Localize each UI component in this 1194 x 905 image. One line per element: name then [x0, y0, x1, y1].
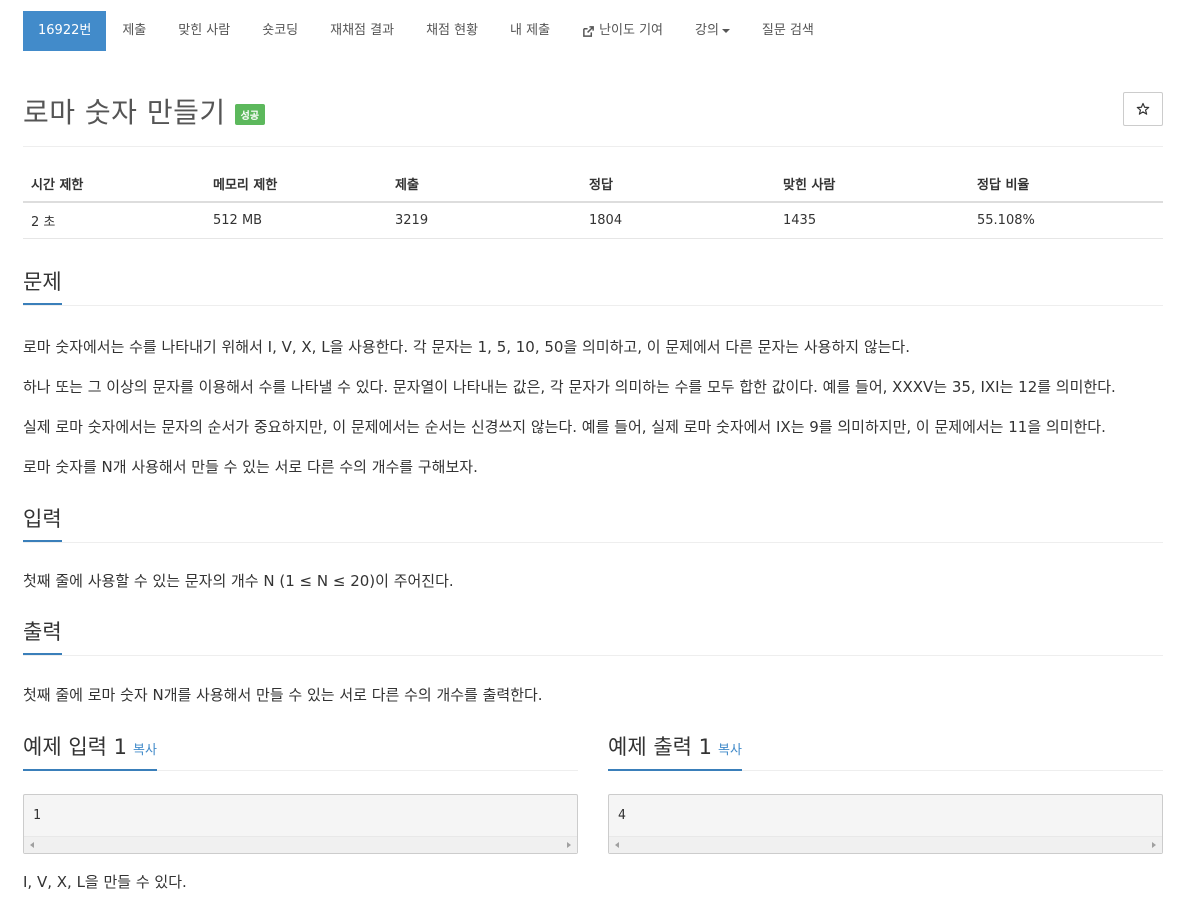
- problem-title: 로마 숫자 만들기: [23, 96, 226, 129]
- section-divider: [23, 542, 1163, 543]
- tab-submit[interactable]: 제출: [106, 11, 162, 51]
- input-description: 첫째 줄에 사용할 수 있는 문자의 개수 N (1 ≤ N ≤ 20)이 주어…: [23, 572, 454, 590]
- output-heading: 출력: [23, 616, 62, 655]
- scroll-left-icon[interactable]: [30, 842, 34, 848]
- description-paragraph: 로마 숫자에서는 수를 나타내기 위해서 I, V, X, L을 사용한다. 각…: [23, 338, 910, 356]
- description-heading: 문제: [23, 266, 62, 305]
- table-header-row: 시간 제한 메모리 제한 제출 정답 맞힌 사람 정답 비율: [23, 166, 1163, 203]
- horizontal-scrollbar[interactable]: [609, 836, 1162, 853]
- scroll-right-icon[interactable]: [1152, 842, 1156, 848]
- title-row: 로마 숫자 만들기 성공: [23, 88, 1163, 134]
- favorite-button[interactable]: [1123, 92, 1163, 126]
- tab-label: 숏코딩: [262, 23, 299, 38]
- star-icon: [1136, 102, 1150, 115]
- tab-lectures-dropdown[interactable]: 강의: [679, 11, 746, 51]
- sample-note: I, V, X, L을 만들 수 있다.: [23, 873, 187, 891]
- status-badge: 성공: [234, 103, 266, 125]
- header-time-limit: 시간 제한: [23, 166, 205, 203]
- sample-output-heading-block: 예제 출력 1 복사: [608, 731, 1163, 771]
- scroll-left-icon[interactable]: [615, 842, 619, 848]
- header-accept-ratio: 정답 비율: [969, 166, 1163, 203]
- tab-solved-users[interactable]: 맞힌 사람: [162, 11, 246, 51]
- title-divider: [23, 146, 1163, 147]
- header-solved-users: 맞힌 사람: [775, 166, 969, 203]
- header-memory-limit: 메모리 제한: [205, 166, 387, 203]
- description-paragraph: 실제 로마 숫자에서는 문자의 순서가 중요하지만, 이 문제에서는 순서는 신…: [23, 418, 1106, 436]
- tab-short-coding[interactable]: 숏코딩: [246, 11, 314, 51]
- section-divider: [23, 655, 1163, 656]
- tab-my-submissions[interactable]: 내 제출: [494, 11, 566, 51]
- external-link-icon: [583, 25, 594, 37]
- description-heading-block: 문제: [23, 266, 1163, 306]
- scroll-right-icon[interactable]: [567, 842, 571, 848]
- tab-label: 제출: [122, 23, 147, 38]
- output-heading-block: 출력: [23, 616, 1163, 656]
- problem-info-table: 시간 제한 메모리 제한 제출 정답 맞힌 사람 정답 비율 2 초 512 M…: [23, 166, 1163, 239]
- cell-submissions: 3219: [387, 202, 581, 239]
- caret-down-icon: [721, 29, 730, 33]
- header-submissions: 제출: [387, 166, 581, 203]
- table-row: 2 초 512 MB 3219 1804 1435 55.108%: [23, 202, 1163, 239]
- tab-label: 재채점 결과: [330, 23, 395, 38]
- sample-output-title: 예제 출력 1: [608, 735, 712, 759]
- sample-output-value: 4: [618, 808, 626, 823]
- description-paragraph: 하나 또는 그 이상의 문자를 이용해서 수를 나타낼 수 있다. 문자열이 나…: [23, 378, 1116, 396]
- cell-time-limit: 2 초: [23, 202, 205, 239]
- sample-input-title: 예제 입력 1: [23, 735, 127, 759]
- cell-accept-ratio: 55.108%: [969, 202, 1163, 239]
- horizontal-scrollbar[interactable]: [24, 836, 577, 853]
- copy-output-link[interactable]: 복사: [718, 743, 742, 758]
- input-heading: 입력: [23, 503, 62, 542]
- cell-solved-users: 1435: [775, 202, 969, 239]
- tab-label: 내 제출: [510, 23, 551, 38]
- tab-label: 맞힌 사람: [178, 23, 231, 38]
- output-description: 첫째 줄에 로마 숫자 N개를 사용해서 만들 수 있는 서로 다른 수의 개수…: [23, 686, 543, 704]
- tab-problem-number[interactable]: 16922번: [23, 11, 107, 51]
- input-heading-block: 입력: [23, 503, 1163, 543]
- sample-input-heading: 예제 입력 1 복사: [23, 731, 157, 771]
- sample-input-value: 1: [33, 808, 41, 823]
- sample-output-box[interactable]: 4: [608, 794, 1163, 854]
- description-paragraph: 로마 숫자를 N개 사용해서 만들 수 있는 서로 다른 수의 개수를 구해보자…: [23, 458, 478, 476]
- problem-nav: 16922번 제출 맞힌 사람 숏코딩 재채점 결과 채점 현황 내 제출 난이…: [23, 11, 830, 51]
- tab-label: 16922번: [38, 23, 92, 38]
- tab-label: 채점 현황: [426, 23, 479, 38]
- section-divider: [23, 305, 1163, 306]
- tab-rejudge-results[interactable]: 재채점 결과: [314, 11, 410, 51]
- tab-label: 강의: [695, 23, 719, 38]
- sample-input-box[interactable]: 1: [23, 794, 578, 854]
- problem-page: 16922번 제출 맞힌 사람 숏코딩 재채점 결과 채점 현황 내 제출 난이…: [0, 0, 1194, 905]
- tab-label: 질문 검색: [761, 23, 814, 38]
- cell-memory-limit: 512 MB: [205, 202, 387, 239]
- tab-judge-status[interactable]: 채점 현황: [410, 11, 494, 51]
- header-accepted: 정답: [581, 166, 775, 203]
- sample-input-heading-block: 예제 입력 1 복사: [23, 731, 578, 771]
- tab-question-search[interactable]: 질문 검색: [746, 11, 830, 51]
- cell-accepted: 1804: [581, 202, 775, 239]
- copy-input-link[interactable]: 복사: [133, 743, 157, 758]
- tab-difficulty-contribution[interactable]: 난이도 기여: [566, 11, 679, 51]
- sample-output-heading: 예제 출력 1 복사: [608, 731, 742, 771]
- tab-label: 난이도 기여: [599, 23, 663, 38]
